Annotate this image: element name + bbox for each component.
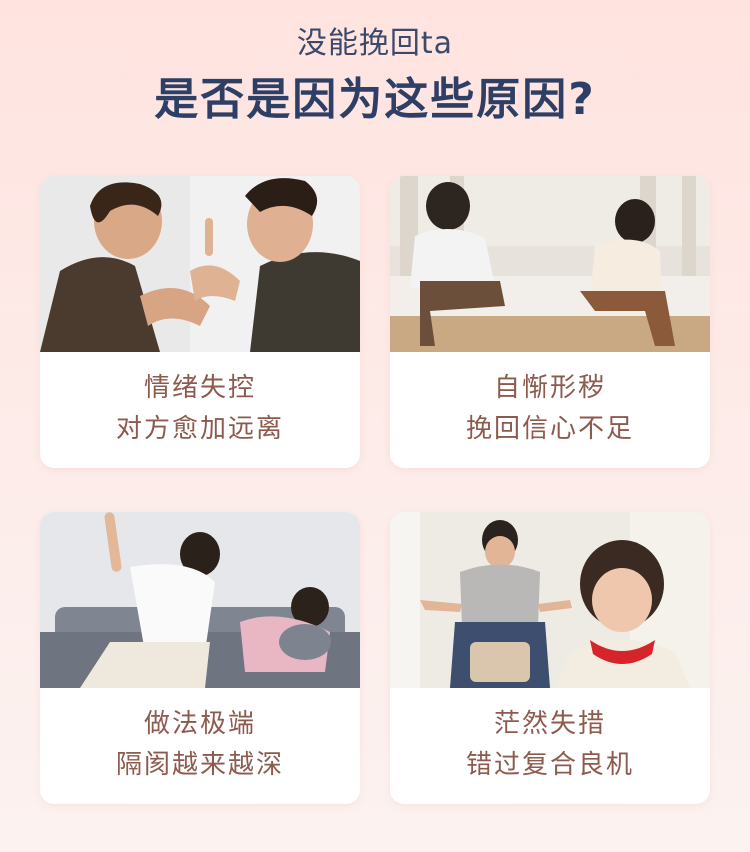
card-title: 情绪失控	[143, 373, 256, 403]
card-title: 自惭形秽	[493, 373, 606, 403]
reason-card-insecure: 自惭形秽 挽回信心不足	[390, 176, 710, 468]
reason-card-confused: 茫然失措 错过复合良机	[390, 512, 710, 804]
page-headline: 是否是因为这些原因?	[154, 74, 596, 125]
card-subtitle: 挽回信心不足	[465, 414, 634, 444]
card-title: 做法极端	[143, 709, 256, 739]
card-title: 茫然失措	[493, 709, 606, 739]
card-subtitle: 隔阂越来越深	[115, 750, 284, 780]
reason-card-extreme: 做法极端 隔阂越来越深	[40, 512, 360, 804]
subtitle: 没能挽回ta	[296, 26, 454, 61]
couple-arguing-photo	[40, 176, 360, 352]
card-subtitle: 对方愈加远离	[115, 414, 284, 444]
couple-confused-photo	[390, 512, 710, 688]
card-subtitle: 错过复合良机	[465, 750, 634, 780]
couple-sad-on-couch-photo	[390, 176, 710, 352]
couple-conflict-on-sofa-photo	[40, 512, 360, 688]
reason-card-emotional: 情绪失控 对方愈加远离	[40, 176, 360, 468]
